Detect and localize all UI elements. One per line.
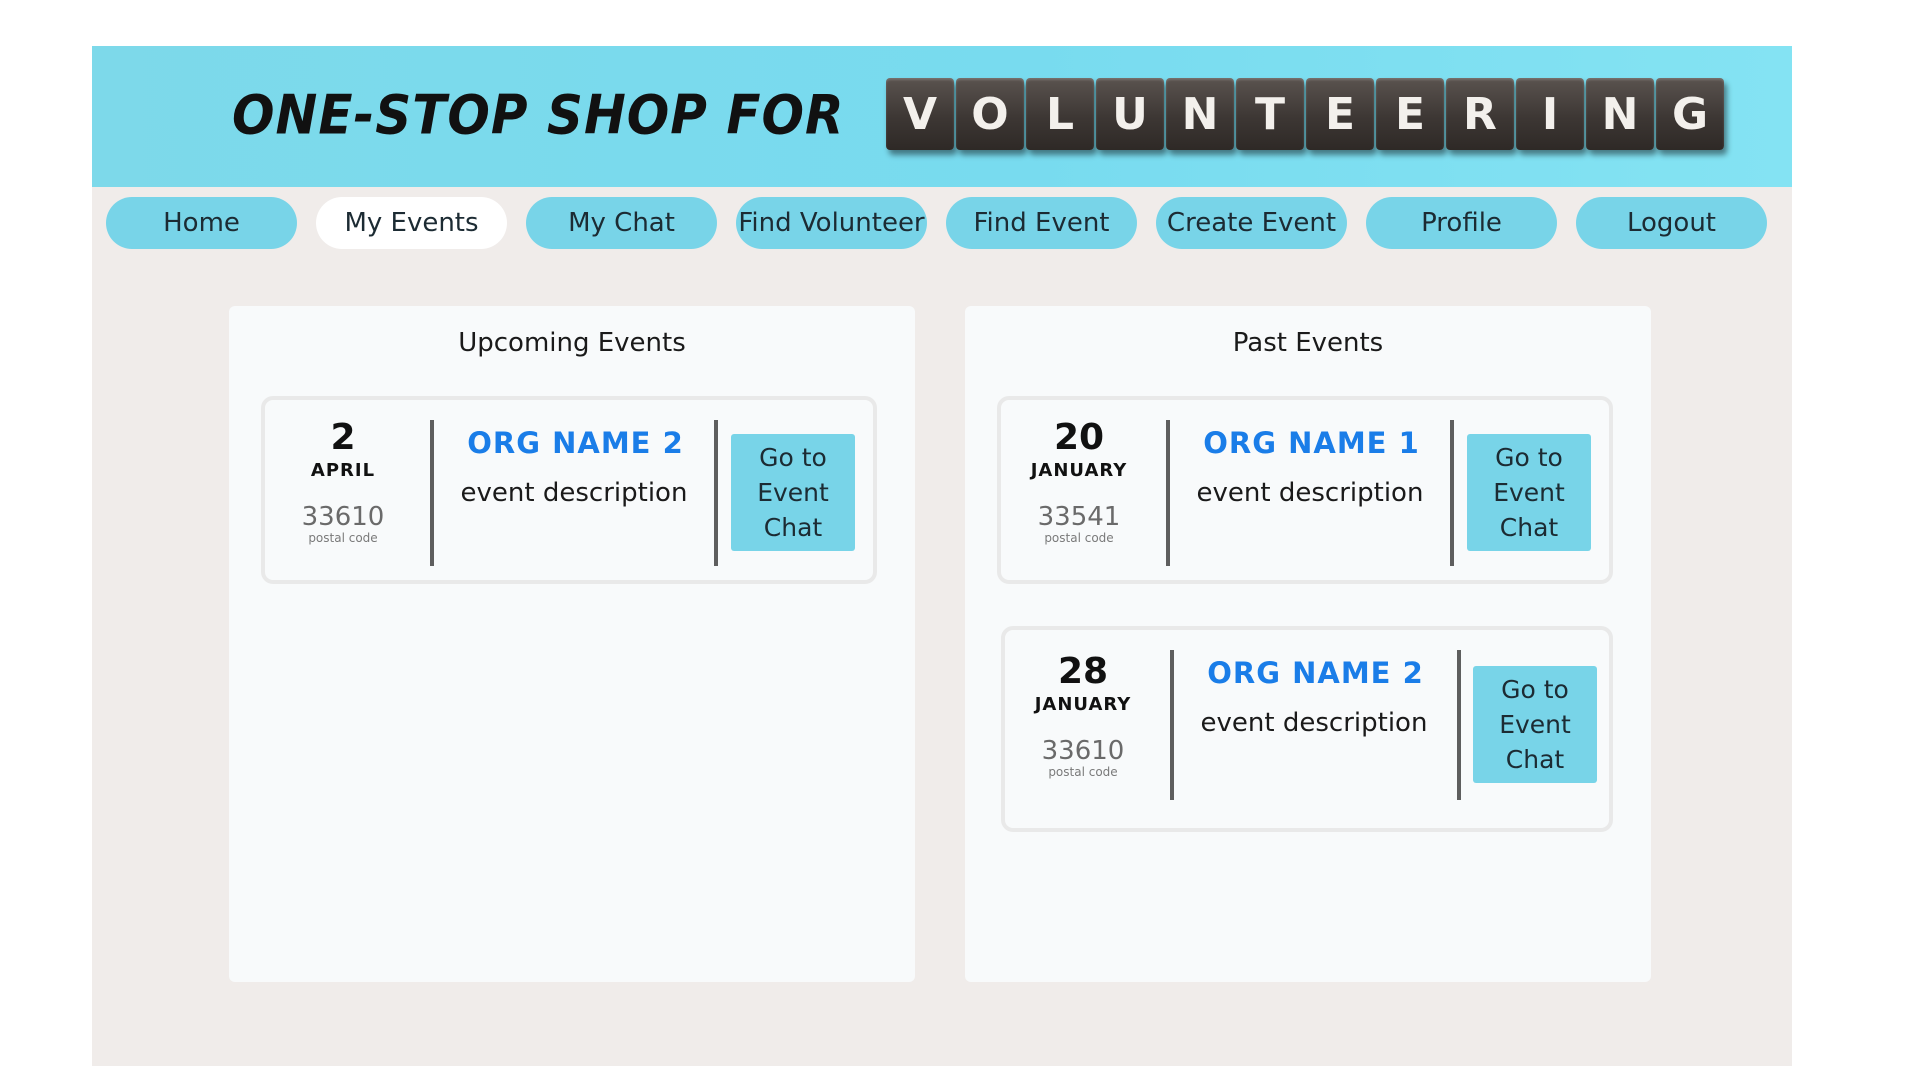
button-line: Event	[1499, 710, 1571, 739]
button-line: Event	[757, 478, 829, 507]
nav-profile-button[interactable]: Profile	[1366, 197, 1557, 249]
nav-find-event-button[interactable]: Find Event	[946, 197, 1137, 249]
button-line: Go to	[1501, 675, 1569, 704]
logo-tile: I	[1516, 78, 1584, 150]
go-to-event-chat-button[interactable]: Go to Event Chat	[1473, 666, 1597, 783]
event-card: 2 APRIL 33610 postal code ORG NAME 2 eve…	[261, 396, 877, 584]
header-banner: ONE-STOP SHOP FOR V O L U N T E E R I N …	[92, 46, 1792, 187]
org-name: ORG NAME 2	[467, 426, 684, 460]
event-postal-code: 33541	[1037, 502, 1121, 532]
main-nav: Home My Events My Chat Find Volunteer Fi…	[106, 197, 1767, 249]
go-to-event-chat-button[interactable]: Go to Event Chat	[731, 434, 855, 551]
upcoming-events-panel: Upcoming Events 2 APRIL 33610 postal cod…	[229, 306, 915, 982]
nav-my-events-button[interactable]: My Events	[316, 197, 507, 249]
event-card: 20 JANUARY 33541 postal code ORG NAME 1 …	[997, 396, 1613, 584]
event-description: event description	[460, 478, 688, 508]
logo-tile: E	[1306, 78, 1374, 150]
divider	[1457, 650, 1461, 800]
nav-home-button[interactable]: Home	[106, 197, 297, 249]
event-month: JANUARY	[1030, 460, 1128, 481]
brand-title: ONE-STOP SHOP FOR	[232, 84, 845, 147]
button-line: Chat	[1499, 513, 1559, 542]
postal-code-label: postal code	[1044, 531, 1114, 545]
logo-tile: N	[1586, 78, 1654, 150]
button-line: Chat	[763, 513, 823, 542]
divider	[1170, 650, 1174, 800]
volunteering-logo-tiles: V O L U N T E E R I N G	[886, 78, 1724, 150]
postal-code-label: postal code	[1048, 765, 1118, 779]
past-events-panel: Past Events 20 JANUARY 33541 postal code…	[965, 306, 1651, 982]
divider	[1166, 420, 1170, 566]
event-day: 20	[1053, 417, 1105, 458]
divider	[714, 420, 718, 566]
app-window: ONE-STOP SHOP FOR V O L U N T E E R I N …	[92, 46, 1792, 1066]
logo-tile: U	[1096, 78, 1164, 150]
button-line: Go to	[1495, 443, 1563, 472]
event-date: 20 JANUARY 33541 postal code	[1009, 417, 1149, 546]
button-line: Go to	[759, 443, 827, 472]
logo-tile: T	[1236, 78, 1304, 150]
nav-find-volunteer-button[interactable]: Find Volunteer	[736, 197, 927, 249]
logo-tile: V	[886, 78, 954, 150]
logo-tile: G	[1656, 78, 1724, 150]
go-to-event-chat-button[interactable]: Go to Event Chat	[1467, 434, 1591, 551]
nav-my-chat-button[interactable]: My Chat	[526, 197, 717, 249]
event-postal-code: 33610	[301, 502, 385, 532]
event-date: 2 APRIL 33610 postal code	[273, 417, 413, 546]
divider	[430, 420, 434, 566]
nav-create-event-button[interactable]: Create Event	[1156, 197, 1347, 249]
org-name: ORG NAME 1	[1203, 426, 1420, 460]
org-name: ORG NAME 2	[1207, 656, 1424, 690]
event-card: 28 JANUARY 33610 postal code ORG NAME 2 …	[1001, 626, 1613, 832]
event-day: 28	[1057, 651, 1109, 692]
logo-tile: N	[1166, 78, 1234, 150]
postal-code-label: postal code	[308, 531, 378, 545]
event-day: 2	[330, 417, 356, 458]
logo-tile: L	[1026, 78, 1094, 150]
button-line: Chat	[1505, 745, 1565, 774]
panel-title: Upcoming Events	[458, 328, 686, 358]
panel-title: Past Events	[1232, 328, 1384, 358]
event-postal-code: 33610	[1041, 736, 1125, 766]
nav-logout-button[interactable]: Logout	[1576, 197, 1767, 249]
event-description: event description	[1196, 478, 1424, 508]
button-line: Event	[1493, 478, 1565, 507]
event-date: 28 JANUARY 33610 postal code	[1013, 651, 1153, 780]
logo-tile: R	[1446, 78, 1514, 150]
event-month: JANUARY	[1034, 694, 1132, 715]
event-description: event description	[1200, 708, 1428, 738]
divider	[1450, 420, 1454, 566]
logo-tile: E	[1376, 78, 1444, 150]
logo-tile: O	[956, 78, 1024, 150]
event-month: APRIL	[310, 460, 376, 481]
